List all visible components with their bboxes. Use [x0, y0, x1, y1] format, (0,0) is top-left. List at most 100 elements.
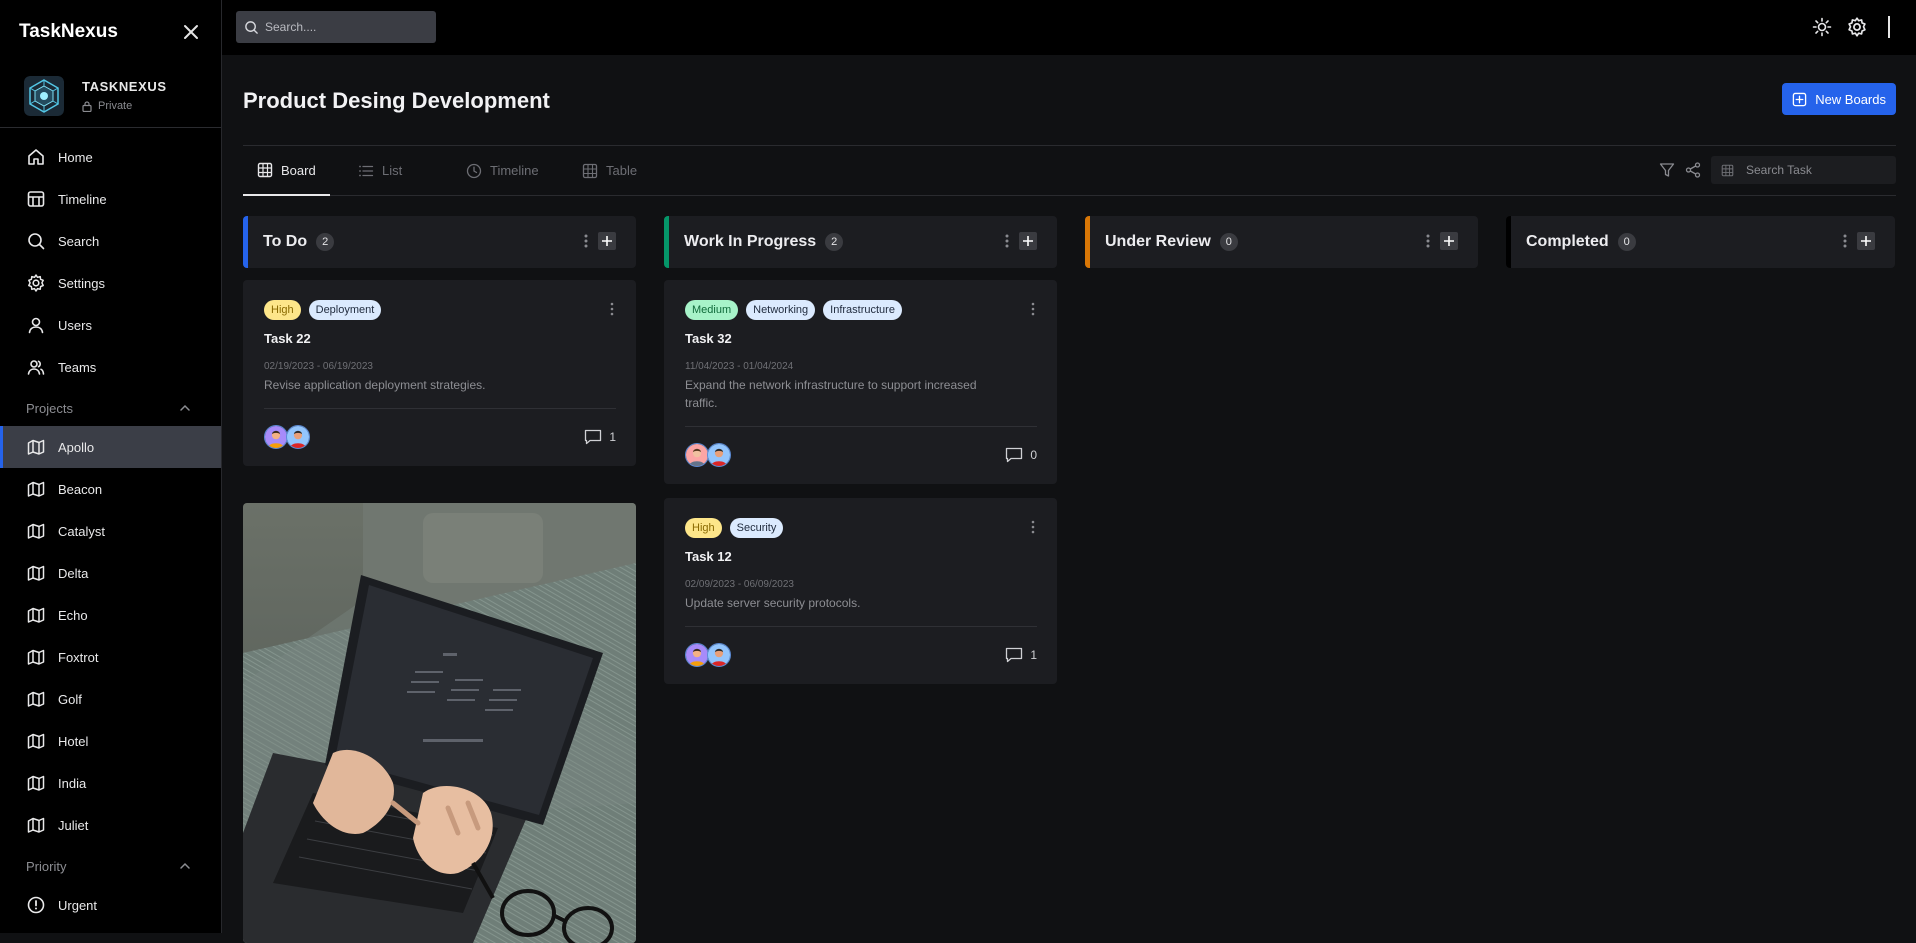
tab-board[interactable]: Board [243, 146, 330, 196]
add-task-button[interactable] [1019, 232, 1037, 250]
list-icon [359, 165, 374, 176]
card-cover-image[interactable] [243, 503, 636, 943]
tag-list: High Deployment [264, 300, 616, 320]
task-title: Task 32 [685, 331, 732, 346]
projects-section-toggle[interactable]: Projects [0, 390, 221, 426]
comment-count[interactable]: 1 [1005, 647, 1037, 663]
sidebar-item-apollo[interactable]: Apollo [0, 426, 221, 468]
add-task-button[interactable] [1857, 232, 1875, 250]
avatar[interactable] [707, 442, 731, 467]
sidebar-item-home[interactable]: Home [0, 136, 221, 178]
workspace-name: TASKNEXUS [82, 79, 167, 94]
sidebar-item-search[interactable]: Search [0, 220, 221, 262]
home-icon [28, 149, 44, 165]
tab-list[interactable]: List [358, 146, 402, 195]
priority-section-toggle[interactable]: Priority [0, 848, 221, 884]
top-bar [222, 0, 1916, 55]
filter-icon[interactable] [1659, 162, 1675, 178]
table-icon [1721, 164, 1734, 176]
sidebar-item-label: Foxtrot [58, 649, 99, 665]
avatar[interactable] [264, 424, 288, 449]
sidebar-item-india[interactable]: India [0, 762, 221, 804]
gear-icon[interactable] [1846, 16, 1868, 38]
plus-icon [1444, 236, 1454, 246]
projects-heading: Projects [26, 400, 73, 416]
sidebar-item-urgent[interactable]: Urgent [0, 884, 221, 926]
plus-icon [602, 236, 612, 246]
chevron-up-icon [180, 404, 190, 411]
task-search[interactable] [1711, 156, 1896, 184]
new-boards-button[interactable]: New Boards [1782, 83, 1896, 115]
comment-count[interactable]: 0 [1005, 447, 1037, 463]
task-search-input[interactable] [1746, 163, 1886, 177]
more-vertical-icon[interactable] [1031, 520, 1035, 534]
sidebar-item-label: Settings [58, 275, 105, 291]
board-icon [27, 607, 45, 623]
sidebar-item-label: Delta [58, 565, 89, 581]
sun-icon[interactable] [1812, 17, 1832, 37]
sidebar-item-timeline[interactable]: Timeline [0, 178, 221, 220]
column-color-stripe [1506, 216, 1511, 268]
task-card[interactable]: High Security Task 12 02/09/2023 - 06/09… [664, 498, 1057, 684]
priority-tag: Medium [685, 300, 739, 320]
more-vertical-icon[interactable] [1005, 233, 1009, 249]
search-input[interactable] [265, 20, 425, 34]
avatar[interactable] [286, 424, 310, 449]
sidebar-item-golf[interactable]: Golf [0, 678, 221, 720]
sidebar-item-beacon[interactable]: Beacon [0, 468, 221, 510]
column-work-in-progress: Work In Progress 2 Medium Networking Inf… [664, 216, 1057, 684]
sidebar-item-settings[interactable]: Settings [0, 262, 221, 304]
sidebar-item-label: Search [58, 233, 100, 249]
more-vertical-icon[interactable] [1843, 233, 1847, 249]
sidebar-item-hotel[interactable]: Hotel [0, 720, 221, 762]
avatar[interactable] [685, 442, 709, 467]
column-header: To Do 2 [243, 216, 636, 268]
close-sidebar-button[interactable] [181, 22, 201, 42]
task-card[interactable]: Medium Networking Infrastructure Task 32… [664, 280, 1057, 484]
teams-icon [27, 360, 45, 375]
sidebar: TaskNexus TASKNEXUS Private Home Timelin… [0, 0, 222, 933]
sidebar-item-teams[interactable]: Teams [0, 346, 221, 388]
column-title: Completed [1526, 233, 1609, 250]
comment-count-value: 1 [609, 429, 616, 444]
alert-circle-icon [27, 896, 45, 914]
workspace-visibility: Private [98, 100, 133, 112]
lock-icon [82, 100, 92, 112]
avatar[interactable] [685, 642, 709, 667]
board-icon [27, 523, 45, 539]
sidebar-item-echo[interactable]: Echo [0, 594, 221, 636]
add-task-button[interactable] [1440, 232, 1458, 250]
sidebar-item-catalyst[interactable]: Catalyst [0, 510, 221, 552]
view-tabs: Board List Timeline Table [243, 145, 1896, 196]
tab-timeline[interactable]: Timeline [466, 146, 539, 195]
sidebar-item-label: Beacon [58, 481, 103, 497]
page-title: Product Desing Development [243, 88, 550, 113]
column-count: 2 [825, 233, 844, 251]
add-task-button[interactable] [598, 232, 616, 250]
tab-table[interactable]: Table [582, 146, 637, 195]
share-icon[interactable] [1685, 162, 1701, 178]
global-search[interactable] [236, 11, 436, 43]
priority-tag: High [685, 518, 722, 538]
avatar[interactable] [707, 642, 731, 667]
column-completed: Completed 0 [1506, 216, 1895, 268]
sidebar-item-delta[interactable]: Delta [0, 552, 221, 594]
more-vertical-icon[interactable] [1031, 302, 1035, 316]
board-icon [27, 439, 45, 455]
sidebar-item-users[interactable]: Users [0, 304, 221, 346]
plus-icon [1861, 236, 1871, 246]
sidebar-item-foxtrot[interactable]: Foxtrot [0, 636, 221, 678]
task-card[interactable]: High Deployment Task 22 02/19/2023 - 06/… [243, 280, 636, 466]
more-vertical-icon[interactable] [1426, 233, 1430, 249]
column-count: 2 [316, 233, 335, 251]
new-boards-label: New Boards [1815, 91, 1886, 107]
tag-list: High Security [685, 518, 1037, 538]
sidebar-item-juliet[interactable]: Juliet [0, 804, 221, 846]
search-icon [28, 233, 45, 250]
comment-count[interactable]: 1 [584, 429, 616, 445]
more-vertical-icon[interactable] [584, 233, 588, 249]
more-vertical-icon[interactable] [610, 302, 614, 316]
tab-label: Timeline [490, 163, 539, 178]
workspace-switcher[interactable]: TASKNEXUS Private [0, 64, 221, 128]
priority-tag: High [264, 300, 301, 320]
